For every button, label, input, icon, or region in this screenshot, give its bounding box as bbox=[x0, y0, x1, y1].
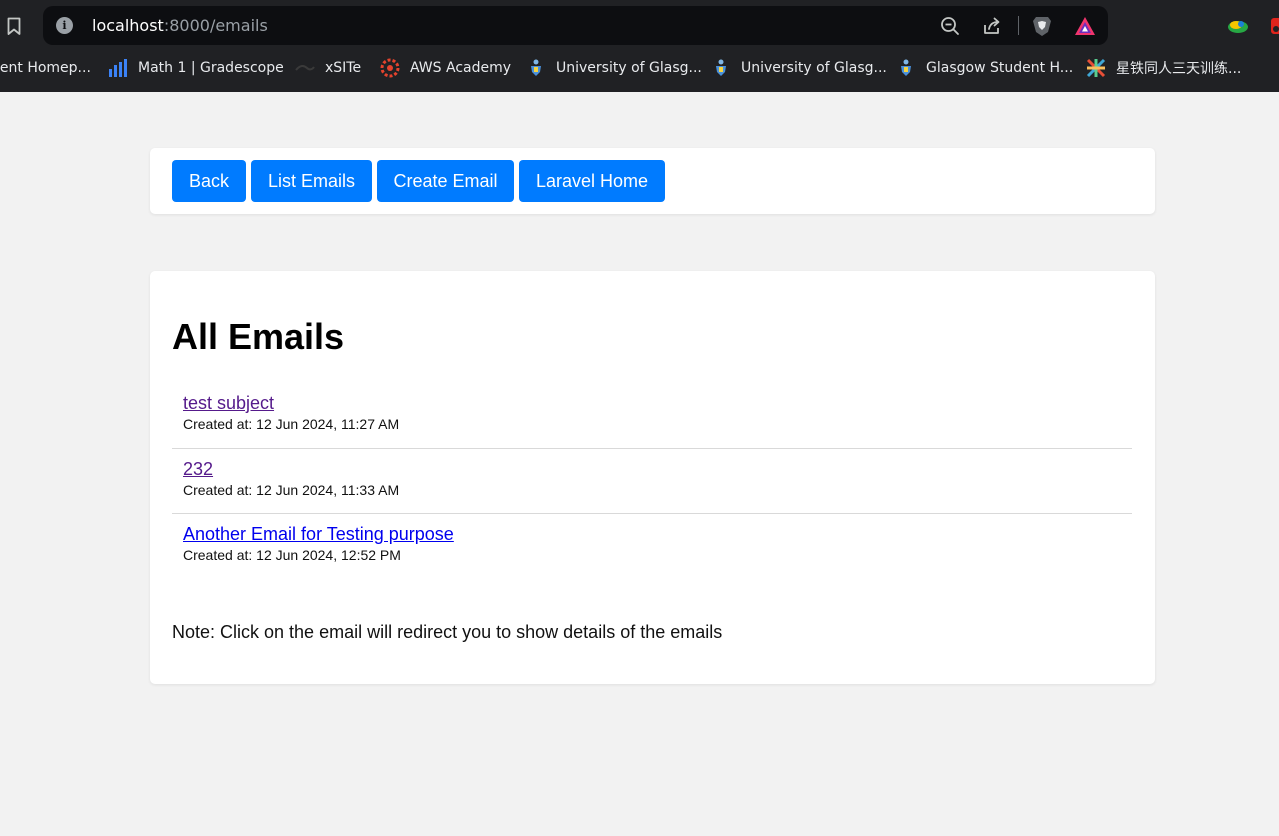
bookmark-label: University of Glasg... bbox=[741, 60, 887, 76]
bookmark-label: Math 1 | Gradescope bbox=[138, 60, 284, 76]
back-button[interactable]: Back bbox=[172, 160, 246, 202]
extension-icon-red[interactable] bbox=[1265, 14, 1279, 38]
brave-rewards-icon[interactable] bbox=[1074, 15, 1096, 37]
bookmark-item[interactable]: University of Glasg... bbox=[711, 50, 887, 86]
aws-academy-icon bbox=[380, 58, 400, 78]
share-icon[interactable] bbox=[981, 15, 1003, 37]
list-item: Another Email for Testing purpose Create… bbox=[172, 514, 1132, 580]
bookmarks-bar: lent Homep... Math 1 | Gradescope xSITe … bbox=[0, 50, 1279, 86]
brave-shields-icon[interactable] bbox=[1031, 15, 1053, 37]
bookmark-item[interactable]: AWS Academy bbox=[380, 50, 511, 86]
email-list: test subject Created at: 12 Jun 2024, 11… bbox=[172, 383, 1132, 580]
bookmark-item[interactable]: xSITe bbox=[295, 50, 361, 86]
address-bar[interactable]: i localhost:8000/emails bbox=[43, 6, 1108, 45]
xsite-icon bbox=[295, 58, 315, 78]
bookmark-item[interactable]: Glasgow Student H... bbox=[896, 50, 1073, 86]
nav-card: Back List Emails Create Email Laravel Ho… bbox=[150, 148, 1155, 214]
email-subject-link[interactable]: test subject bbox=[183, 392, 274, 414]
list-item: test subject Created at: 12 Jun 2024, 11… bbox=[172, 383, 1132, 449]
extension-icon[interactable] bbox=[1226, 14, 1250, 38]
url-path: :8000/emails bbox=[163, 16, 268, 35]
colorful-site-icon bbox=[1086, 58, 1106, 78]
bookmark-label: lent Homep... bbox=[0, 60, 91, 76]
university-crest-icon bbox=[526, 58, 546, 78]
bookmark-item[interactable]: Math 1 | Gradescope bbox=[108, 50, 284, 86]
email-subject-link[interactable]: 232 bbox=[183, 458, 213, 480]
email-created-at: Created at: 12 Jun 2024, 11:27 AM bbox=[183, 416, 400, 432]
url-host: localhost bbox=[92, 16, 164, 35]
page-title: All Emails bbox=[172, 316, 345, 357]
bookmark-item[interactable]: 星铁同人三天训练... bbox=[1086, 50, 1241, 86]
bookmark-label: University of Glasg... bbox=[556, 60, 702, 76]
university-crest-icon bbox=[711, 58, 731, 78]
create-email-button[interactable]: Create Email bbox=[377, 160, 514, 202]
list-emails-button[interactable]: List Emails bbox=[251, 160, 372, 202]
zoom-icon[interactable] bbox=[939, 15, 961, 37]
email-created-at: Created at: 12 Jun 2024, 11:33 AM bbox=[183, 481, 400, 498]
bookmark-icon[interactable] bbox=[4, 14, 24, 38]
help-note: Note: Click on the email will redirect y… bbox=[172, 622, 723, 642]
emails-card: All Emails test subject Created at: 12 J… bbox=[150, 271, 1155, 684]
toolbar-separator bbox=[1018, 16, 1019, 35]
bookmark-label: 星铁同人三天训练... bbox=[1116, 61, 1242, 77]
site-info-icon[interactable]: i bbox=[56, 17, 73, 34]
bookmark-label: AWS Academy bbox=[410, 60, 512, 76]
bookmark-label: Glasgow Student H... bbox=[926, 60, 1074, 76]
browser-toolbar: i localhost:8000/emails lent Homep... Ma… bbox=[0, 0, 1279, 92]
university-crest-icon bbox=[896, 58, 916, 78]
gradescope-icon bbox=[108, 58, 128, 78]
list-item: 232 Created at: 12 Jun 2024, 11:33 AM bbox=[172, 449, 1132, 514]
laravel-home-button[interactable]: Laravel Home bbox=[519, 160, 665, 202]
bookmark-item[interactable]: University of Glasg... bbox=[526, 50, 702, 86]
email-subject-link[interactable]: Another Email for Testing purpose bbox=[183, 523, 454, 545]
email-created-at: Created at: 12 Jun 2024, 12:52 PM bbox=[183, 547, 401, 563]
bookmark-label: xSITe bbox=[325, 60, 362, 76]
bookmark-item[interactable]: lent Homep... bbox=[0, 50, 91, 86]
url-text[interactable]: localhost:8000/emails bbox=[92, 16, 268, 36]
